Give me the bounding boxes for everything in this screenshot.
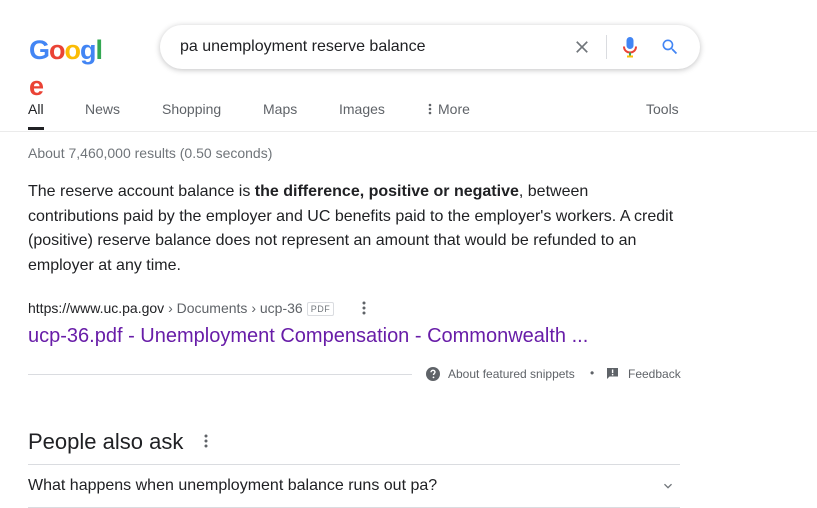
help-icon [426, 367, 440, 381]
tools-button[interactable]: Tools [646, 98, 679, 120]
result-url: https://www.uc.pa.gov [28, 300, 165, 316]
pdf-badge: PDF [306, 302, 335, 316]
result-stats: About 7,460,000 results (0.50 seconds) [28, 145, 273, 161]
paa-menu-icon[interactable] [202, 433, 210, 449]
tab-shopping[interactable]: Shopping [162, 98, 221, 120]
snippet-highlight: the difference, positive or negative [254, 183, 519, 200]
snippet-divider [28, 374, 412, 375]
kebab-icon [428, 103, 432, 115]
feedback-icon [607, 368, 618, 379]
logo-letter: G [29, 35, 50, 65]
logo-letter: o [64, 35, 81, 65]
snippet-text-before: The reserve account balance is [28, 183, 255, 200]
tab-all[interactable]: All [28, 98, 44, 120]
active-tab-indicator [28, 127, 44, 130]
logo-letter: l [95, 35, 103, 65]
paa-question-text: What happens when unemployment balance r… [28, 477, 438, 494]
logo-letter: g [80, 35, 96, 65]
tab-maps[interactable]: Maps [263, 98, 297, 120]
paa-question[interactable]: What happens when unemployment balance r… [28, 465, 680, 507]
chevron-down-icon [664, 483, 672, 489]
about-featured-snippets-label: About featured snippets [448, 367, 575, 381]
search-tabs: All News Shopping Maps Images More Tools [28, 98, 817, 130]
tab-news[interactable]: News [85, 98, 120, 120]
logo-letter: o [49, 35, 65, 65]
google-logo-text: Google [29, 32, 113, 104]
feedback-label: Feedback [628, 367, 681, 381]
tabs-divider [0, 131, 817, 132]
search-box[interactable]: pa unemployment reserve balance [160, 25, 700, 69]
people-also-ask-heading: People also ask [28, 429, 184, 454]
featured-snippet-text: The reserve account balance is the diffe… [28, 180, 678, 278]
about-featured-snippets[interactable]: About featured snippets [426, 366, 575, 382]
result-breadcrumb: › Documents › ucp-36 [164, 300, 303, 316]
feedback-button[interactable]: Feedback [606, 366, 681, 382]
result-cite: https://www.uc.pa.gov › Documents › ucp-… [28, 298, 335, 318]
mic-icon[interactable] [622, 36, 638, 58]
tab-images[interactable]: Images [339, 98, 385, 120]
separator-dot: • [590, 366, 595, 380]
tab-more[interactable]: More [428, 98, 470, 120]
close-icon[interactable] [572, 37, 592, 57]
result-title-link[interactable]: ucp-36.pdf - Unemployment Compensation -… [28, 323, 588, 349]
search-input[interactable]: pa unemployment reserve balance [180, 25, 425, 69]
tab-more-label: More [438, 101, 470, 117]
search-icon[interactable] [660, 37, 680, 57]
google-logo[interactable]: Google [29, 32, 113, 101]
search-divider [606, 35, 607, 59]
result-menu-icon[interactable] [360, 300, 368, 316]
